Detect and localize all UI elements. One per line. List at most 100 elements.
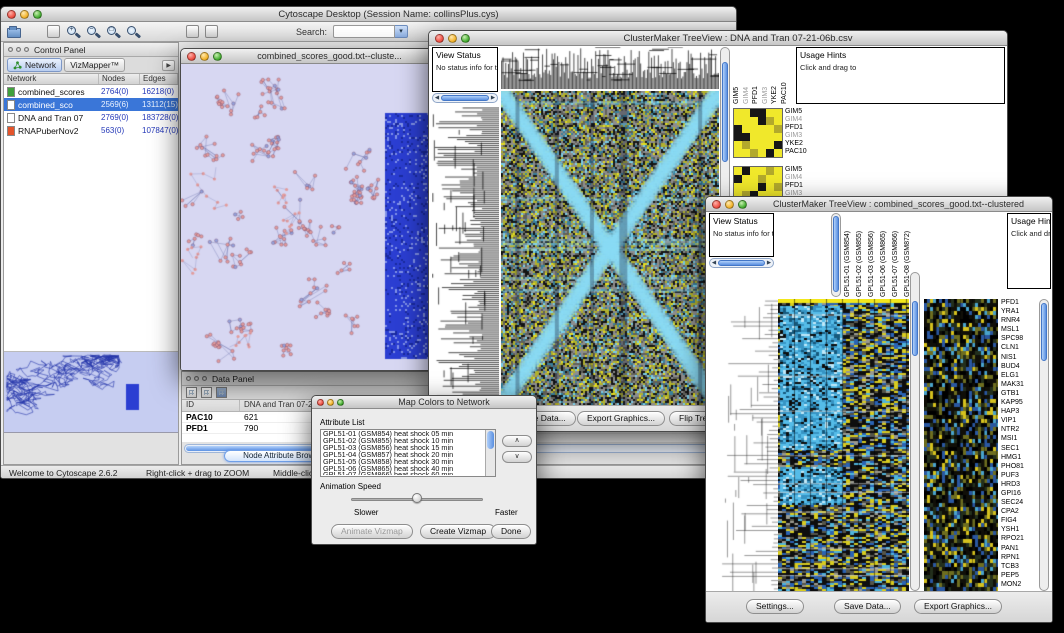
gene-dendrogram[interactable] xyxy=(432,107,499,403)
treeview-dna-titlebar[interactable]: ClusterMaker TreeView : DNA and Tran 07-… xyxy=(429,31,1007,46)
label-scrollbar[interactable] xyxy=(831,213,841,297)
network-overview-panel[interactable] xyxy=(4,352,178,433)
scrollbar-thumb[interactable] xyxy=(1041,303,1047,361)
scroll-right-icon[interactable]: ▶ xyxy=(765,260,773,266)
network-list-item[interactable]: DNA and Tran 072769(0)183728(0) xyxy=(4,111,178,124)
gene-label[interactable]: MAK31 xyxy=(1001,380,1038,389)
panel-dock-icon[interactable] xyxy=(16,47,21,52)
tab-network[interactable]: Network xyxy=(7,58,62,72)
gene-label[interactable]: TCB3 xyxy=(1001,562,1038,571)
scrollbar-thumb[interactable] xyxy=(833,216,839,292)
scroll-left-icon[interactable]: ◀ xyxy=(710,260,718,266)
create-attribute-icon[interactable] xyxy=(201,387,212,398)
gene-label[interactable]: PEP5 xyxy=(1001,571,1038,580)
done-button[interactable]: Done xyxy=(491,524,531,539)
scroll-right-icon[interactable]: ▶ xyxy=(489,95,497,101)
zoom-window-icon[interactable] xyxy=(33,10,42,19)
heatmap-zoom-view[interactable] xyxy=(733,108,783,158)
move-down-button[interactable]: ∨ xyxy=(502,451,532,463)
gene-label[interactable]: CPA2 xyxy=(1001,507,1038,516)
delete-attribute-icon[interactable] xyxy=(216,387,227,398)
close-icon[interactable] xyxy=(7,10,16,19)
gene-dendrogram[interactable] xyxy=(709,272,778,591)
gene-label[interactable]: PHO81 xyxy=(1001,462,1038,471)
network-view-titlebar[interactable]: combined_scores_good.txt--cluste... xyxy=(181,49,438,64)
close-icon[interactable] xyxy=(187,52,196,61)
gene-label[interactable]: HRD3 xyxy=(1001,480,1038,489)
network-canvas[interactable] xyxy=(181,64,438,370)
slider-thumb[interactable] xyxy=(412,493,422,503)
tab-vizmapper[interactable]: VizMapper™ xyxy=(64,58,125,72)
horizontal-scrollbar[interactable]: ◀▶ xyxy=(709,258,774,268)
search-input[interactable] xyxy=(333,25,395,38)
zoom-fit-icon[interactable] xyxy=(126,25,140,39)
search-combobox[interactable]: ▾ xyxy=(333,25,408,38)
gene-label[interactable]: MSI1 xyxy=(1001,434,1038,443)
export-graphics-button[interactable]: Export Graphics... xyxy=(577,411,665,426)
gene-label[interactable]: GTB1 xyxy=(1001,389,1038,398)
minimize-icon[interactable] xyxy=(725,200,734,209)
treeview-combined-titlebar[interactable]: ClusterMaker TreeView : combined_scores_… xyxy=(706,197,1052,212)
vertical-scrollbar[interactable] xyxy=(1039,299,1049,591)
column-network[interactable]: Network xyxy=(4,74,99,84)
chevron-down-icon[interactable]: ▾ xyxy=(395,25,408,38)
column-nodes[interactable]: Nodes xyxy=(99,74,140,84)
gene-label[interactable]: SEC1 xyxy=(1001,444,1038,453)
network-view-window[interactable]: combined_scores_good.txt--cluste... xyxy=(180,48,439,371)
map-colors-dialog[interactable]: Map Colors to Network Attribute List GPL… xyxy=(311,395,537,545)
vertical-scrollbar[interactable] xyxy=(910,272,920,591)
horizontal-scrollbar[interactable]: ◀▶ xyxy=(432,93,498,103)
gene-label[interactable]: ELG1 xyxy=(1001,371,1038,380)
heatmap-global-view[interactable] xyxy=(501,91,719,405)
gene-label[interactable]: NIS1 xyxy=(1001,353,1038,362)
gene-label[interactable]: RPN1 xyxy=(1001,553,1038,562)
network-overview-canvas[interactable] xyxy=(4,352,178,432)
vertical-scrollbar[interactable] xyxy=(485,430,495,476)
gene-label[interactable]: MON2 xyxy=(1001,580,1038,589)
treeview-combined-window[interactable]: ClusterMaker TreeView : combined_scores_… xyxy=(705,196,1053,623)
save-session-icon[interactable] xyxy=(47,25,60,38)
minimize-icon[interactable] xyxy=(20,10,29,19)
column-id[interactable]: ID xyxy=(182,400,240,411)
open-session-icon[interactable] xyxy=(7,28,21,38)
heatmap-global-view[interactable] xyxy=(778,299,909,591)
gene-label[interactable]: HAP3 xyxy=(1001,407,1038,416)
scrollbar-thumb[interactable] xyxy=(718,260,765,266)
gene-label[interactable]: KAP95 xyxy=(1001,398,1038,407)
settings-button[interactable]: Settings... xyxy=(746,599,804,614)
gene-label[interactable]: FIG4 xyxy=(1001,516,1038,525)
minimize-icon[interactable] xyxy=(200,52,209,61)
scrollbar-thumb[interactable] xyxy=(441,95,489,101)
panel-close-icon[interactable] xyxy=(202,376,207,381)
gene-label[interactable]: PAN1 xyxy=(1001,544,1038,553)
close-icon[interactable] xyxy=(317,399,324,406)
create-vizmap-button[interactable]: Create Vizmap xyxy=(420,524,496,539)
save-data-button[interactable]: Save Data... xyxy=(834,599,901,614)
gene-label[interactable]: YRA1 xyxy=(1001,307,1038,316)
zoom-selected-icon[interactable]: □ xyxy=(106,25,120,39)
minimize-icon[interactable] xyxy=(327,399,334,406)
dialog-titlebar[interactable]: Map Colors to Network xyxy=(312,396,536,409)
column-edges[interactable]: Edges xyxy=(140,74,178,84)
zoom-window-icon[interactable] xyxy=(461,34,470,43)
gene-label[interactable]: SEC24 xyxy=(1001,498,1038,507)
close-icon[interactable] xyxy=(712,200,721,209)
gene-label[interactable]: SPC98 xyxy=(1001,334,1038,343)
gene-label[interactable]: MSL1 xyxy=(1001,325,1038,334)
gene-label[interactable]: VIP1 xyxy=(1001,416,1038,425)
zoom-window-icon[interactable] xyxy=(337,399,344,406)
gene-label[interactable]: CLN1 xyxy=(1001,343,1038,352)
close-icon[interactable] xyxy=(435,34,444,43)
network-list-item[interactable]: combined_sco2569(6)13112(15) xyxy=(4,98,178,111)
network-overview-icon[interactable] xyxy=(186,25,199,38)
gene-label[interactable]: BUD4 xyxy=(1001,362,1038,371)
panel-float-icon[interactable] xyxy=(8,47,13,52)
attribute-list[interactable]: GPL51-01 (GSM854) heat shock 05 minGPL51… xyxy=(320,429,496,477)
gene-label[interactable]: YSH1 xyxy=(1001,525,1038,534)
panel-close-icon[interactable] xyxy=(24,47,29,52)
animate-vizmap-button[interactable]: Animate Vizmap xyxy=(331,524,413,539)
zoom-in-icon[interactable]: + xyxy=(66,25,80,39)
gene-label[interactable]: PFD1 xyxy=(1001,298,1038,307)
move-up-button[interactable]: ∧ xyxy=(502,435,532,447)
gene-label[interactable]: RPO21 xyxy=(1001,534,1038,543)
